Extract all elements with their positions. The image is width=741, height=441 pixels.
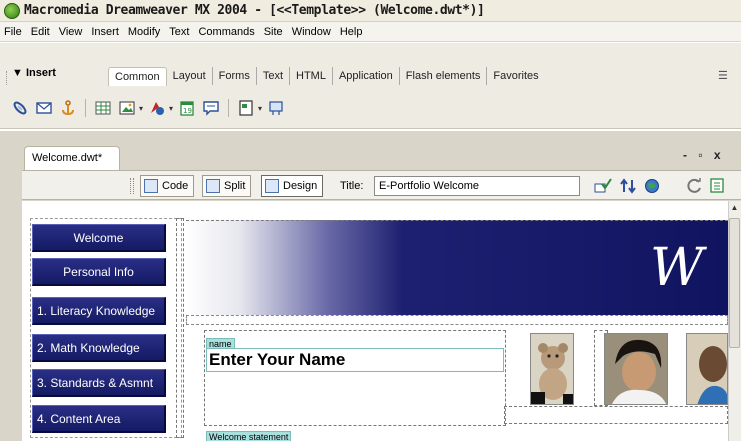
panel-grip[interactable] <box>6 71 9 85</box>
banner-title-text: W <box>650 238 704 298</box>
name-region-frame <box>204 330 506 426</box>
image-icon[interactable] <box>117 98 137 118</box>
insert-icons-row: ▾ ▾ 19 ▾ <box>10 97 286 119</box>
tab-forms[interactable]: Forms <box>213 67 257 85</box>
menu-view[interactable]: View <box>59 26 83 38</box>
toolbar-separator <box>228 99 230 117</box>
media-icon[interactable] <box>147 98 167 118</box>
svg-text:19: 19 <box>183 107 192 115</box>
insert-tabs: Common Layout Forms Text HTML Applicatio… <box>108 65 545 87</box>
window-title: Macromedia Dreamweaver MX 2004 - [<<Temp… <box>24 3 485 18</box>
toolbar-separator <box>85 99 86 117</box>
document-tab[interactable]: Welcome.dwt* <box>24 146 120 170</box>
nav-button-personal-info[interactable]: Personal Info <box>32 258 166 286</box>
panel-options-icon[interactable]: ☰ <box>718 69 732 82</box>
menu-insert[interactable]: Insert <box>91 26 119 38</box>
menu-window[interactable]: Window <box>292 26 331 38</box>
toolbar-grip[interactable] <box>130 178 134 194</box>
editable-region-tag-welcome[interactable]: Welcome statement <box>206 431 292 441</box>
named-anchor-icon[interactable] <box>58 98 78 118</box>
split-view-button[interactable]: Split <box>202 175 252 197</box>
dreamweaver-app-icon <box>4 3 20 19</box>
menu-file[interactable]: File <box>4 26 22 38</box>
document-toolbar: Code Split Design Title: <box>22 170 741 200</box>
design-view-icon <box>265 179 279 193</box>
name-editable-field[interactable]: Enter Your Name <box>206 348 504 372</box>
split-view-label: Split <box>224 180 246 192</box>
tab-layout[interactable]: Layout <box>167 67 213 85</box>
menu-edit[interactable]: Edit <box>31 26 50 38</box>
student-photo <box>604 333 668 405</box>
title-bar: Macromedia Dreamweaver MX 2004 - [<<Temp… <box>0 0 741 22</box>
child-photo <box>686 333 728 405</box>
code-view-button[interactable]: Code <box>140 175 195 197</box>
title-label: Title: <box>340 180 364 192</box>
image-dropdown-arrow[interactable]: ▾ <box>139 104 143 113</box>
date-icon[interactable]: 19 <box>177 98 197 118</box>
scroll-up-arrow-icon[interactable]: ▲ <box>729 203 740 217</box>
nav-button-welcome[interactable]: Welcome <box>32 224 166 252</box>
tag-chooser-icon[interactable] <box>266 98 286 118</box>
header-banner <box>186 220 728 315</box>
email-link-icon[interactable] <box>34 98 54 118</box>
tab-flash-elements[interactable]: Flash elements <box>400 67 488 85</box>
page-title-input[interactable] <box>374 176 580 196</box>
validate-markup-icon[interactable] <box>594 178 612 194</box>
nav-button-literacy-knowledge[interactable]: 1. Literacy Knowledge <box>32 297 166 325</box>
nav-button-standards-asmnt[interactable]: 3. Standards & Asmnt <box>32 369 166 397</box>
scrollbar-thumb[interactable] <box>729 218 740 348</box>
teddy-bear-photo <box>530 333 574 405</box>
menu-commands[interactable]: Commands <box>198 26 254 38</box>
refresh-icon[interactable] <box>686 178 704 194</box>
document-window-controls[interactable]: - ▫ x <box>683 148 725 162</box>
tab-application[interactable]: Application <box>333 67 400 85</box>
banner-top-border <box>186 220 728 221</box>
design-view-button[interactable]: Design <box>261 175 324 197</box>
templates-dropdown-arrow[interactable]: ▾ <box>258 104 262 113</box>
comment-icon[interactable] <box>201 98 221 118</box>
tab-favorites[interactable]: Favorites <box>487 67 544 85</box>
menu-bar: File Edit View Insert Modify Text Comman… <box>0 22 741 42</box>
menu-site[interactable]: Site <box>264 26 283 38</box>
tab-common[interactable]: Common <box>108 66 167 86</box>
menu-text[interactable]: Text <box>169 26 189 38</box>
menu-help[interactable]: Help <box>340 26 363 38</box>
view-options-icon[interactable] <box>710 178 728 194</box>
tab-text[interactable]: Text <box>257 67 291 85</box>
nav-button-math-knowledge[interactable]: 2. Math Knowledge <box>32 334 166 362</box>
insert-bar: ▼ Insert Common Layout Forms Text HTML A… <box>0 43 741 129</box>
tab-html[interactable]: HTML <box>290 67 333 85</box>
code-view-icon <box>144 179 158 193</box>
hyperlink-icon[interactable] <box>10 98 30 118</box>
table-icon[interactable] <box>93 98 113 118</box>
photo-caption-frame <box>504 406 728 424</box>
file-management-icon[interactable] <box>620 178 638 194</box>
split-view-icon <box>206 179 220 193</box>
menu-modify[interactable]: Modify <box>128 26 160 38</box>
nav-button-content-area[interactable]: 4. Content Area <box>32 405 166 433</box>
code-view-label: Code <box>162 180 189 192</box>
templates-icon[interactable] <box>236 98 256 118</box>
media-dropdown-arrow[interactable]: ▾ <box>169 104 173 113</box>
banner-bottom-spacer <box>186 315 728 325</box>
design-view-label: Design <box>283 180 318 192</box>
nav-spacer-frame <box>176 218 184 438</box>
insert-panel-title[interactable]: ▼ Insert <box>12 67 56 79</box>
preview-browser-icon[interactable] <box>644 178 662 194</box>
